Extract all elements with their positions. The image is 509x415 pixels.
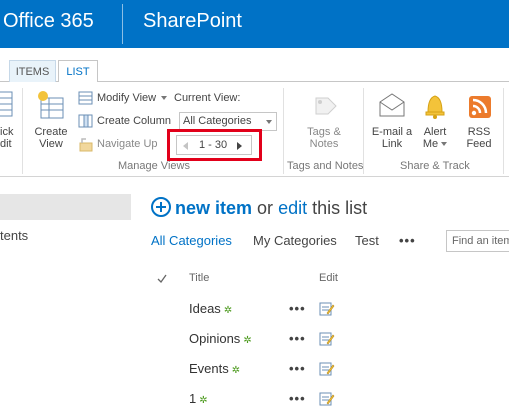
quick-edit-icon — [0, 91, 13, 117]
edit-item-icon[interactable] — [319, 301, 335, 316]
navigate-up-label: Navigate Up — [97, 138, 158, 150]
next-page-icon[interactable] — [237, 142, 242, 150]
alert-me-dropdown-icon — [441, 142, 448, 147]
new-item-icon: ✲ — [243, 335, 252, 346]
edit-link[interactable]: edit — [278, 198, 307, 218]
modify-view-label: Modify View — [97, 92, 157, 104]
tag-icon — [315, 97, 337, 115]
modify-view-icon — [78, 91, 93, 105]
ribbon-separator — [283, 88, 284, 174]
list-item-title[interactable]: Events ✲ — [189, 361, 240, 376]
create-view-icon — [38, 91, 64, 119]
view-test[interactable]: Test — [355, 233, 379, 248]
manage-views-group-label: Manage Views — [118, 160, 190, 172]
edit-item-icon[interactable] — [319, 331, 335, 346]
edit-item-icon[interactable] — [319, 361, 335, 376]
left-nav-selected-item[interactable] — [0, 194, 131, 220]
quick-edit-label-1: ick — [0, 126, 14, 138]
search-input[interactable]: Find an item — [446, 230, 509, 252]
new-item-icon: ✲ — [199, 395, 208, 406]
column-header-edit[interactable]: Edit — [319, 272, 338, 284]
sharepoint-app-title[interactable]: SharePoint — [143, 10, 242, 33]
list-item-title[interactable]: Opinions ✲ — [189, 331, 252, 346]
pager: 1 - 30 — [176, 135, 252, 155]
create-view-label-2: View — [39, 138, 63, 150]
navigate-up-button[interactable]: Navigate Up — [78, 136, 158, 152]
current-view-label: Current View: — [174, 92, 241, 104]
item-menu-button[interactable]: ••• — [289, 391, 306, 406]
this-list-text: this list — [312, 198, 368, 218]
suite-bar-divider — [122, 4, 123, 44]
item-title-text[interactable]: Events — [189, 361, 229, 376]
current-view-value: All Categories — [183, 115, 252, 127]
bell-icon — [425, 95, 445, 119]
or-text: or — [257, 198, 274, 218]
view-my-categories[interactable]: My Categories — [253, 233, 337, 248]
tags-notes-group-label: Tags and Notes — [287, 160, 364, 172]
quick-edit-label-2: dit — [0, 138, 12, 150]
rss-feed-label-2: Feed — [466, 138, 492, 150]
item-menu-button[interactable]: ••• — [289, 331, 306, 346]
email-link-label-2: Link — [381, 138, 403, 150]
new-item-link[interactable]: new item — [175, 198, 252, 218]
create-view-label-1: Create — [34, 126, 68, 138]
email-link-label-1: E-mail a — [371, 126, 413, 138]
view-all-categories[interactable]: All Categories — [151, 233, 232, 248]
email-link-button[interactable]: E-mail a Link — [370, 90, 414, 150]
create-column-label: Create Column — [97, 115, 171, 127]
modify-view-dropdown-icon — [161, 96, 168, 101]
tags-notes-label-2: Notes — [309, 138, 339, 150]
add-icon[interactable] — [151, 197, 171, 217]
create-column-button[interactable]: Create Column — [78, 113, 171, 129]
alert-me-label-2: Me — [418, 139, 452, 150]
create-column-icon — [78, 114, 93, 128]
item-title-text[interactable]: Opinions — [189, 331, 240, 346]
column-header-title[interactable]: Title — [189, 272, 209, 284]
create-view-button[interactable]: Create View — [32, 90, 70, 150]
tags-notes-button[interactable]: Tags & Notes — [300, 90, 348, 150]
new-item-bar: new item or edit this list — [151, 197, 367, 219]
list-item-title[interactable]: 1 ✲ — [189, 391, 208, 406]
tags-notes-label-1: Tags & — [307, 126, 341, 138]
item-title-text[interactable]: Ideas — [189, 301, 221, 316]
alert-me-label-1: Alert — [423, 126, 447, 138]
item-menu-button[interactable]: ••• — [289, 301, 306, 316]
ribbon-tab-row: ITEMS LIST — [0, 48, 509, 83]
pager-highlight-box: 1 - 30 — [167, 129, 262, 161]
edit-item-icon[interactable] — [319, 391, 335, 406]
new-item-icon: ✲ — [231, 365, 241, 376]
select-all-checkmark-icon[interactable] — [157, 274, 167, 283]
alert-me-label-2-text: Me — [422, 138, 439, 150]
pager-range: 1 - 30 — [199, 139, 228, 151]
email-icon — [379, 93, 405, 117]
office-365-brand[interactable]: Office 365 — [3, 10, 94, 33]
rss-feed-label-1: RSS — [467, 126, 491, 138]
navigate-up-icon — [79, 138, 93, 152]
chevron-down-icon — [266, 120, 272, 124]
tab-items[interactable]: ITEMS — [9, 60, 56, 83]
tab-list[interactable]: LIST — [58, 60, 98, 83]
new-item-icon: ✲ — [223, 305, 233, 316]
more-views-button[interactable]: ••• — [399, 233, 416, 248]
quick-edit-button[interactable]: ick dit — [0, 90, 16, 150]
rss-feed-button[interactable]: RSS Feed — [462, 90, 496, 150]
list-item-title[interactable]: Ideas ✲ — [189, 301, 232, 316]
ribbon-separator — [363, 88, 364, 174]
ribbon-separator — [503, 88, 504, 174]
ribbon-separator — [22, 88, 23, 174]
left-nav-item-contents[interactable]: tents — [0, 228, 28, 243]
item-menu-button[interactable]: ••• — [289, 361, 306, 376]
suite-bar: Office 365 SharePoint — [0, 0, 509, 48]
share-track-group-label: Share & Track — [400, 160, 470, 172]
alert-me-button[interactable]: Alert Me — [418, 90, 452, 150]
rss-icon — [469, 96, 491, 118]
item-title-text[interactable]: 1 — [189, 391, 196, 406]
modify-view-button[interactable]: Modify View — [78, 90, 168, 106]
previous-page-icon[interactable] — [183, 142, 188, 150]
